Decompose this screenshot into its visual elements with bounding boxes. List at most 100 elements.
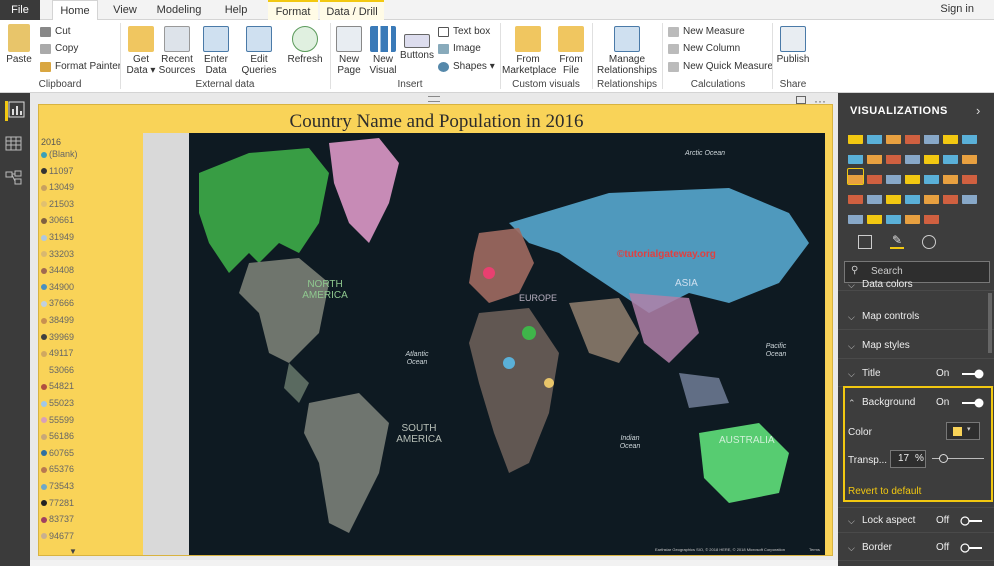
new-measure-button[interactable]: New Measure bbox=[668, 26, 745, 38]
publish-button[interactable]: Publish bbox=[776, 26, 810, 65]
visual-type-icon[interactable] bbox=[867, 129, 882, 144]
get-data-button[interactable]: Get Data ▾ bbox=[124, 26, 158, 76]
legend-item[interactable]: 49117 bbox=[41, 348, 73, 358]
data-view-button[interactable] bbox=[5, 135, 25, 155]
map-visual[interactable]: Country Name and Population in 2016 2016… bbox=[38, 104, 833, 556]
visual-type-icon[interactable] bbox=[867, 169, 882, 184]
refresh-button[interactable]: Refresh bbox=[286, 26, 324, 65]
visual-type-icon[interactable] bbox=[905, 129, 920, 144]
shapes-button[interactable]: Shapes ▾ bbox=[438, 61, 495, 73]
visual-type-icon[interactable] bbox=[962, 129, 977, 144]
legend-item[interactable]: 21503 bbox=[41, 199, 74, 209]
visual-type-icon[interactable] bbox=[943, 129, 958, 144]
visual-type-icon[interactable] bbox=[848, 129, 863, 144]
legend-item[interactable]: 11097 bbox=[41, 166, 73, 176]
new-visual-button[interactable]: New Visual bbox=[368, 26, 398, 76]
data-colors-section[interactable]: ⌵ Data colors bbox=[838, 279, 994, 291]
text-box-button[interactable]: Text box bbox=[438, 26, 490, 38]
visual-type-icon[interactable] bbox=[886, 169, 901, 184]
visual-type-icon[interactable] bbox=[962, 189, 977, 204]
buttons-button[interactable]: Buttons bbox=[400, 28, 434, 61]
tab-file[interactable]: File bbox=[0, 0, 40, 20]
legend-item[interactable]: 30661 bbox=[41, 215, 74, 225]
legend-item[interactable]: 33203 bbox=[41, 249, 74, 259]
report-view-button[interactable] bbox=[5, 101, 25, 121]
lock-aspect-toggle[interactable] bbox=[960, 516, 984, 526]
visual-type-icon[interactable] bbox=[905, 169, 920, 184]
visual-type-icon[interactable] bbox=[924, 169, 939, 184]
title-section[interactable]: ⌵ Title On bbox=[838, 361, 994, 387]
legend-item[interactable]: 73543 bbox=[41, 481, 74, 491]
model-view-button[interactable] bbox=[5, 169, 25, 189]
visual-type-icon[interactable] bbox=[886, 149, 901, 164]
legend-item[interactable]: 65376 bbox=[41, 464, 74, 474]
visual-type-icon[interactable] bbox=[848, 189, 863, 204]
map-area[interactable]: Arctic Ocean NORTH AMERICA Atlantic Ocea… bbox=[143, 133, 825, 555]
legend-item[interactable]: 55599 bbox=[41, 415, 74, 425]
map-controls-section[interactable]: ⌵ Map controls bbox=[838, 304, 994, 330]
border-section[interactable]: ⌵ Border Off bbox=[838, 535, 994, 561]
cut-button[interactable]: Cut bbox=[40, 26, 71, 38]
manage-relationships-button[interactable]: Manage Relationships bbox=[596, 26, 658, 76]
map-styles-section[interactable]: ⌵ Map styles bbox=[838, 333, 994, 359]
tab-view[interactable]: View bbox=[108, 0, 142, 20]
recent-sources-button[interactable]: Recent Sources bbox=[158, 26, 196, 76]
visual-type-icon[interactable] bbox=[886, 189, 901, 204]
resize-grip[interactable] bbox=[428, 96, 440, 102]
legend-item[interactable]: 34900 bbox=[41, 282, 74, 292]
visual-type-icon[interactable] bbox=[867, 209, 882, 224]
visual-type-icon[interactable] bbox=[924, 189, 939, 204]
visual-type-icon[interactable] bbox=[943, 149, 958, 164]
visual-type-icon[interactable] bbox=[905, 209, 920, 224]
visual-type-icon[interactable] bbox=[848, 149, 863, 164]
legend-item[interactable]: (Blank) bbox=[41, 149, 78, 159]
legend-item[interactable]: 34408 bbox=[41, 265, 74, 275]
tab-format[interactable]: Format bbox=[268, 0, 318, 20]
format-painter-button[interactable]: Format Painter bbox=[40, 61, 121, 73]
visual-type-icon[interactable] bbox=[962, 149, 977, 164]
legend-item[interactable]: 60765 bbox=[41, 448, 74, 458]
visual-type-icon[interactable] bbox=[905, 149, 920, 164]
visual-type-icon[interactable] bbox=[905, 189, 920, 204]
legend-item[interactable]: 54821 bbox=[41, 381, 74, 391]
tab-home[interactable]: Home bbox=[52, 0, 98, 21]
visual-type-icon[interactable] bbox=[847, 168, 864, 185]
copy-button[interactable]: Copy bbox=[40, 43, 78, 55]
new-quick-measure-button[interactable]: New Quick Measure bbox=[668, 61, 773, 73]
legend-item[interactable]: 38499 bbox=[41, 315, 74, 325]
visual-type-icon[interactable] bbox=[886, 129, 901, 144]
map-terms-link[interactable]: Terms bbox=[809, 547, 820, 552]
visual-type-icon[interactable] bbox=[867, 149, 882, 164]
visual-type-icon[interactable] bbox=[886, 209, 901, 224]
new-page-button[interactable]: New Page bbox=[334, 26, 364, 76]
visual-type-icon[interactable] bbox=[924, 129, 939, 144]
image-button[interactable]: Image bbox=[438, 43, 481, 55]
visual-type-icon[interactable] bbox=[943, 189, 958, 204]
enter-data-button[interactable]: Enter Data bbox=[200, 26, 232, 76]
pane-scrollbar[interactable] bbox=[988, 293, 992, 353]
from-marketplace-button[interactable]: From Marketplace bbox=[502, 26, 556, 76]
focus-mode-icon[interactable] bbox=[796, 96, 806, 104]
analytics-tab-icon[interactable] bbox=[922, 235, 936, 249]
legend-item[interactable]: 39969 bbox=[41, 332, 74, 342]
visual-type-icon[interactable] bbox=[924, 209, 939, 224]
legend-item[interactable]: 77281 bbox=[41, 498, 74, 508]
legend-item[interactable]: 37666 bbox=[41, 298, 74, 308]
from-file-button[interactable]: From File bbox=[556, 26, 586, 76]
tab-modeling[interactable]: Modeling bbox=[152, 0, 206, 20]
new-column-button[interactable]: New Column bbox=[668, 43, 740, 55]
collapse-pane-icon[interactable]: › bbox=[976, 103, 980, 118]
format-tab-icon[interactable]: ✎ bbox=[890, 233, 904, 249]
legend-item[interactable]: 53066 bbox=[41, 365, 74, 375]
legend-item[interactable]: 55023 bbox=[41, 398, 74, 408]
legend-item[interactable]: 13049 bbox=[41, 182, 74, 192]
lock-aspect-section[interactable]: ⌵ Lock aspect Off bbox=[838, 507, 994, 533]
legend-item[interactable]: 56186 bbox=[41, 431, 74, 441]
edit-queries-button[interactable]: Edit Queries bbox=[238, 26, 280, 76]
sign-in-link[interactable]: Sign in bbox=[940, 3, 974, 15]
visual-type-icon[interactable] bbox=[962, 169, 977, 184]
tab-data-drill[interactable]: Data / Drill bbox=[320, 0, 384, 20]
fields-tab-icon[interactable] bbox=[858, 235, 872, 249]
visual-type-icon[interactable] bbox=[943, 169, 958, 184]
world-map[interactable]: Arctic Ocean NORTH AMERICA Atlantic Ocea… bbox=[189, 133, 825, 555]
